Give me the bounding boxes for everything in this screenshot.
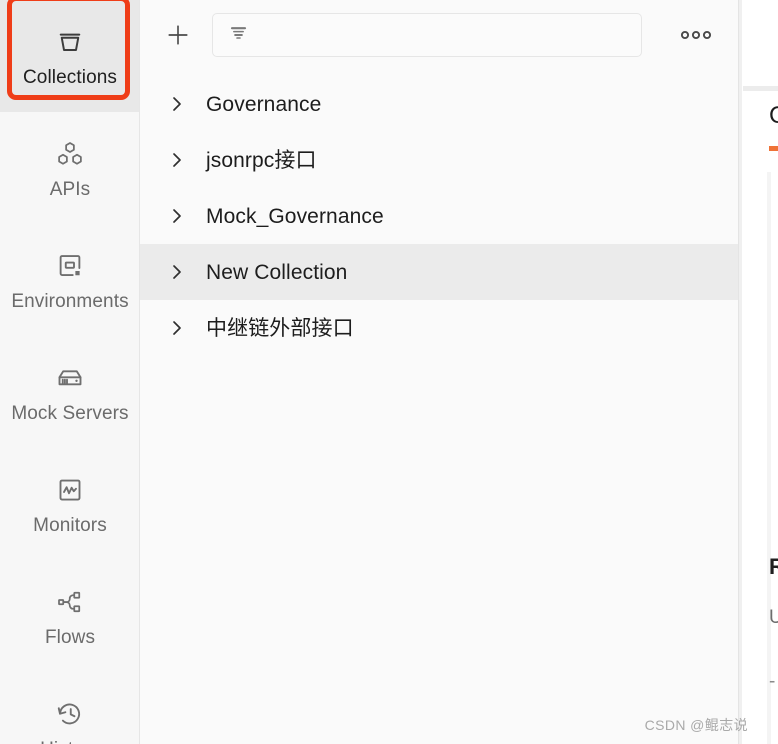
panel-scroll-strip[interactable] [739, 0, 742, 744]
panel-top-divider [743, 86, 778, 91]
chevron-right-icon[interactable] [170, 265, 184, 279]
left-icon-rail: Collections APIs Environments Mock Serve… [0, 0, 140, 744]
sidebar-item-monitors[interactable]: Monitors [0, 448, 139, 560]
sidebar-item-label: Flows [44, 627, 96, 648]
collection-row-governance[interactable]: Governance [140, 76, 738, 132]
filter-search-box[interactable] [212, 13, 642, 57]
sidebar-item-flows[interactable]: Flows [0, 560, 139, 672]
collection-row-mock-governance[interactable]: Mock_Governance [140, 188, 738, 244]
panel-heading-partial: R [769, 554, 778, 579]
active-tab-indicator [769, 146, 778, 151]
collection-name: jsonrpc接口 [206, 148, 317, 172]
sidebar-item-collections[interactable]: Collections [0, 0, 139, 112]
collection-name: Governance [206, 92, 322, 116]
collections-more-actions-button[interactable] [674, 18, 718, 52]
filter-input[interactable] [261, 26, 627, 44]
filter-icon [227, 21, 251, 50]
collection-icon [53, 25, 87, 59]
request-detail-panel: C R U - [739, 0, 778, 744]
collections-toolbar [140, 0, 738, 70]
sidebar-item-label: Environments [11, 291, 129, 312]
environments-icon [53, 249, 87, 283]
collection-name: Mock_Governance [206, 204, 384, 228]
sidebar-item-label: Monitors [33, 515, 107, 536]
flows-icon [53, 585, 87, 619]
apis-icon [53, 137, 87, 171]
sidebar-item-environments[interactable]: Environments [0, 224, 139, 336]
sidebar-item-label: APIs [49, 179, 91, 200]
chevron-right-icon[interactable] [170, 321, 184, 335]
sidebar-item-label: History [40, 740, 100, 744]
subpanel-edge [767, 172, 771, 744]
sidebar-item-mock-servers[interactable]: Mock Servers [0, 336, 139, 448]
sidebar-item-label: Mock Servers [11, 403, 129, 424]
monitors-icon [53, 473, 87, 507]
collection-name: New Collection [206, 260, 348, 284]
collections-panel: Governance jsonrpc接口 Mock_Governance New… [140, 0, 739, 744]
new-collection-button[interactable] [162, 19, 194, 51]
collection-row-relay-chain-external[interactable]: 中继链外部接口 [140, 300, 738, 356]
collection-name: 中继链外部接口 [206, 316, 354, 340]
postman-window: Collections APIs Environments Mock Serve… [0, 0, 778, 744]
history-icon [53, 697, 87, 731]
chevron-right-icon[interactable] [170, 97, 184, 111]
sidebar-item-apis[interactable]: APIs [0, 112, 139, 224]
sidebar-item-label: Collections [22, 67, 118, 88]
collection-row-new-collection[interactable]: New Collection [140, 244, 738, 300]
sidebar-item-history[interactable]: History [0, 672, 139, 744]
chevron-right-icon[interactable] [170, 153, 184, 167]
mock-servers-icon [53, 361, 87, 395]
collection-row-jsonrpc[interactable]: jsonrpc接口 [140, 132, 738, 188]
panel-meta-partial: - [769, 671, 776, 692]
tab-collection[interactable]: C [769, 104, 778, 128]
collections-list: Governance jsonrpc接口 Mock_Governance New… [140, 70, 738, 356]
panel-subtext-partial: U [769, 607, 778, 628]
chevron-right-icon[interactable] [170, 209, 184, 223]
